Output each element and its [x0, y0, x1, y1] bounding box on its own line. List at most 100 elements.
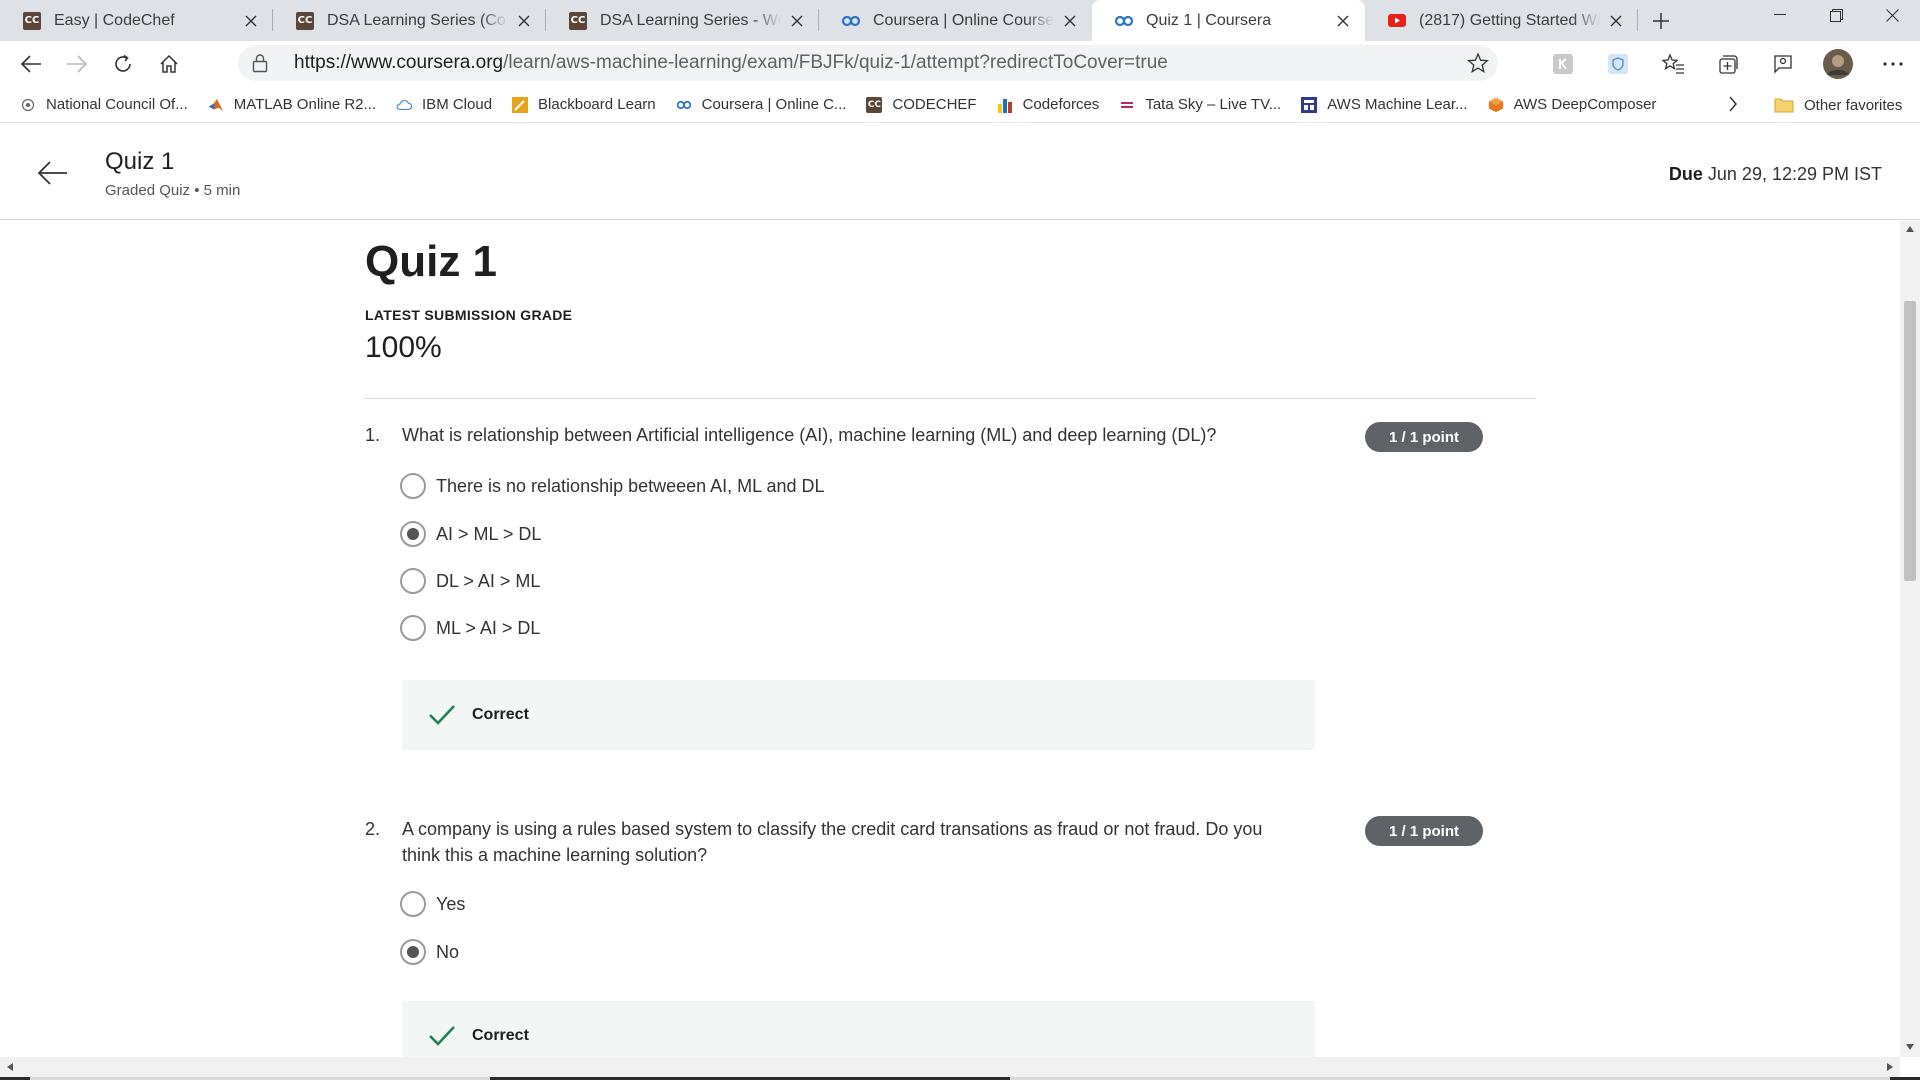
tab-title: Coursera | Online Courses & [873, 11, 1054, 29]
bookmark-item[interactable]: MATLAB Online R2... [208, 96, 376, 113]
address-bar[interactable]: https://www.coursera.org/learn/aws-machi… [238, 45, 1498, 81]
shield-extension-icon[interactable] [1590, 44, 1645, 84]
favorite-star-icon[interactable] [1458, 52, 1498, 74]
coursera-icon [841, 11, 861, 31]
scroll-down-icon[interactable] [1905, 1043, 1915, 1051]
new-tab-button[interactable] [1638, 0, 1684, 41]
close-icon[interactable] [1606, 11, 1626, 31]
bookmark-item[interactable]: AWS Machine Lear... [1301, 96, 1468, 113]
close-icon[interactable] [1060, 11, 1080, 31]
minimize-button[interactable] [1752, 0, 1808, 30]
tab-title: Quiz 1 | Coursera [1146, 11, 1272, 29]
browser-tab[interactable]: CC Easy | CodeChef [0, 0, 273, 41]
tatasky-icon [1119, 96, 1136, 113]
bookmark-item[interactable]: Blackboard Learn [512, 96, 656, 113]
radio-button-selected[interactable] [400, 939, 426, 965]
tab-strip: CC Easy | CodeChef CC DSA Learning Serie… [0, 0, 1920, 41]
points-badge: 1 / 1 point [1365, 816, 1483, 846]
header-subtitle: Graded Quiz • 5 min [105, 182, 241, 199]
bookmark-item[interactable]: IBM Cloud [396, 96, 492, 113]
home-icon [160, 54, 178, 73]
chevron-right-icon[interactable] [1728, 95, 1738, 113]
matlab-icon [208, 97, 224, 113]
close-icon[interactable] [787, 11, 807, 31]
answer-option[interactable]: DL > AI > ML [400, 566, 540, 596]
avatar[interactable] [1810, 44, 1865, 84]
more-menu-icon[interactable] [1865, 44, 1920, 84]
codechef-icon: CC [866, 96, 883, 113]
coursera-icon [676, 97, 692, 113]
radio-button[interactable] [400, 473, 426, 499]
bookmark-item[interactable]: Codeforces [997, 96, 1099, 113]
radio-button[interactable] [400, 568, 426, 594]
feedback-correct: Correct [402, 1001, 1315, 1057]
back-button[interactable] [8, 44, 54, 84]
scroll-right-icon[interactable] [1886, 1062, 1894, 1072]
close-icon[interactable] [241, 11, 261, 31]
forward-button[interactable] [54, 44, 100, 84]
grade-label: LATEST SUBMISSION GRADE [365, 307, 573, 323]
bookmark-item[interactable]: AWS DeepComposer [1488, 96, 1656, 113]
answer-option[interactable]: Yes [400, 889, 465, 919]
close-icon[interactable] [514, 11, 534, 31]
bookmark-item[interactable]: Coursera | Online C... [676, 96, 846, 113]
close-window-button[interactable] [1864, 0, 1920, 30]
globe-icon [20, 97, 36, 113]
url-text[interactable]: https://www.coursera.org/learn/aws-machi… [294, 52, 1458, 74]
feedback-correct: Correct [402, 680, 1315, 750]
checkmark-icon [429, 705, 455, 725]
other-favorites[interactable]: Other favorites [1774, 87, 1902, 123]
browser-toolbar [1535, 41, 1920, 87]
refresh-button[interactable] [100, 44, 146, 84]
browser-tab[interactable]: CC DSA Learning Series - Week [546, 0, 819, 41]
home-button[interactable] [146, 44, 192, 84]
answer-option[interactable]: There is no relationship betweeen AI, ML… [400, 471, 825, 501]
favorites-icon[interactable] [1645, 44, 1700, 84]
question-text: A company is using a rules based system … [402, 819, 1263, 865]
vertical-scrollbar[interactable] [1900, 221, 1920, 1057]
feedback-icon[interactable] [1755, 44, 1810, 84]
browser-tab-active[interactable]: Quiz 1 | Coursera [1092, 0, 1365, 41]
scroll-up-icon[interactable] [1905, 225, 1915, 233]
collections-icon[interactable] [1700, 44, 1755, 84]
browser-tab[interactable]: Coursera | Online Courses & [819, 0, 1092, 41]
browser-tab[interactable]: CC DSA Learning Series (Contest [273, 0, 546, 41]
radio-button-selected[interactable] [400, 521, 426, 547]
bookmark-item[interactable]: Tata Sky – Live TV... [1119, 96, 1281, 113]
codeforces-icon [997, 97, 1013, 113]
points-badge: 1 / 1 point [1365, 422, 1483, 452]
extension-icon[interactable] [1535, 44, 1590, 84]
tab-title: (2817) Getting Started With [1419, 11, 1600, 29]
radio-button[interactable] [400, 891, 426, 917]
checkmark-icon [429, 1026, 455, 1046]
bookmarks-bar: National Council Of... MATLAB Online R2.… [0, 87, 1920, 123]
scrollbar-thumb[interactable] [1904, 301, 1916, 581]
bookmark-item[interactable]: CC CODECHEF [866, 96, 977, 113]
navigation-bar: https://www.coursera.org/learn/aws-machi… [0, 41, 1920, 87]
bookmark-item[interactable]: National Council Of... [20, 96, 188, 113]
answer-option[interactable]: ML > AI > DL [400, 613, 540, 643]
answer-option[interactable]: AI > ML > DL [400, 519, 541, 549]
close-icon[interactable] [1333, 11, 1353, 31]
horizontal-scrollbar[interactable] [0, 1057, 1900, 1077]
lock-icon[interactable] [252, 53, 274, 73]
quiz-content: Quiz 1 LATEST SUBMISSION GRADE 100% 1. W… [0, 221, 1900, 1057]
radio-button[interactable] [400, 615, 426, 641]
back-arrow-icon[interactable] [36, 160, 68, 186]
folder-icon [1774, 97, 1794, 113]
codechef-icon: CC [295, 11, 315, 31]
due-date: Due Jun 29, 12:29 PM IST [1668, 164, 1882, 184]
quiz-header: Quiz 1 Graded Quiz • 5 min Due Jun 29, 1… [0, 124, 1920, 220]
browser-tab[interactable]: (2817) Getting Started With [1365, 0, 1638, 41]
plus-icon [1653, 12, 1669, 29]
restore-button[interactable] [1808, 0, 1864, 30]
scroll-left-icon[interactable] [6, 1062, 14, 1072]
tab-title: DSA Learning Series - Week [600, 11, 781, 29]
arrow-right-icon [67, 55, 88, 73]
tab-title: Easy | CodeChef [54, 11, 175, 29]
codechef-icon: CC [568, 11, 588, 31]
question-text: What is relationship between Artificial … [402, 425, 1217, 445]
codechef-icon: CC [22, 11, 42, 31]
page-title: Quiz 1 [365, 237, 498, 286]
answer-option[interactable]: No [400, 937, 459, 967]
